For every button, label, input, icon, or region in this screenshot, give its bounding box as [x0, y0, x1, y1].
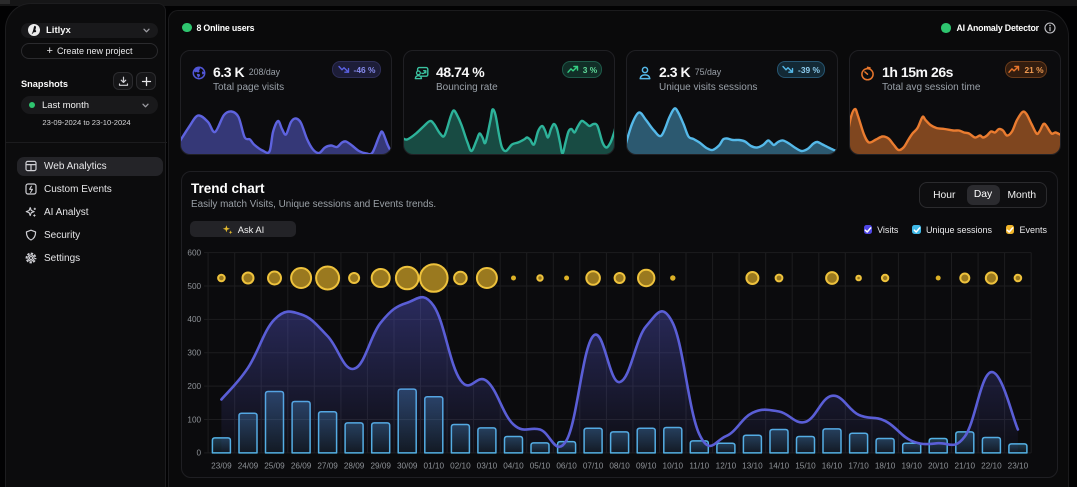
svg-text:15/10: 15/10: [795, 461, 816, 470]
svg-text:19/10: 19/10: [901, 461, 922, 470]
svg-text:600: 600: [187, 248, 201, 257]
svg-text:17/10: 17/10: [848, 461, 869, 470]
svg-text:13/10: 13/10: [742, 461, 763, 470]
svg-text:10/10: 10/10: [663, 461, 684, 470]
svg-text:27/09: 27/09: [317, 461, 338, 470]
svg-text:22/10: 22/10: [981, 461, 1002, 470]
svg-text:06/10: 06/10: [556, 461, 577, 470]
svg-text:20/10: 20/10: [928, 461, 949, 470]
svg-text:09/10: 09/10: [636, 461, 657, 470]
svg-text:0: 0: [197, 449, 202, 458]
svg-text:26/09: 26/09: [291, 461, 312, 470]
svg-text:23/09: 23/09: [211, 461, 232, 470]
svg-text:29/09: 29/09: [370, 461, 391, 470]
svg-text:25/09: 25/09: [264, 461, 285, 470]
svg-text:23/10: 23/10: [1008, 461, 1029, 470]
svg-text:03/10: 03/10: [477, 461, 498, 470]
svg-text:12/10: 12/10: [716, 461, 737, 470]
svg-text:07/10: 07/10: [583, 461, 604, 470]
svg-text:02/10: 02/10: [450, 461, 471, 470]
svg-text:28/09: 28/09: [344, 461, 365, 470]
svg-text:21/10: 21/10: [955, 461, 976, 470]
svg-text:04/10: 04/10: [503, 461, 524, 470]
svg-text:05/10: 05/10: [530, 461, 551, 470]
svg-text:300: 300: [187, 349, 201, 358]
svg-text:200: 200: [187, 382, 201, 391]
svg-text:11/10: 11/10: [689, 461, 709, 470]
svg-text:16/10: 16/10: [822, 461, 843, 470]
svg-text:14/10: 14/10: [769, 461, 790, 470]
svg-text:24/09: 24/09: [238, 461, 259, 470]
svg-text:100: 100: [187, 415, 201, 424]
svg-text:400: 400: [187, 315, 201, 324]
svg-text:01/10: 01/10: [424, 461, 445, 470]
svg-text:500: 500: [187, 282, 201, 291]
svg-text:08/10: 08/10: [609, 461, 630, 470]
svg-text:30/09: 30/09: [397, 461, 418, 470]
svg-text:18/10: 18/10: [875, 461, 896, 470]
